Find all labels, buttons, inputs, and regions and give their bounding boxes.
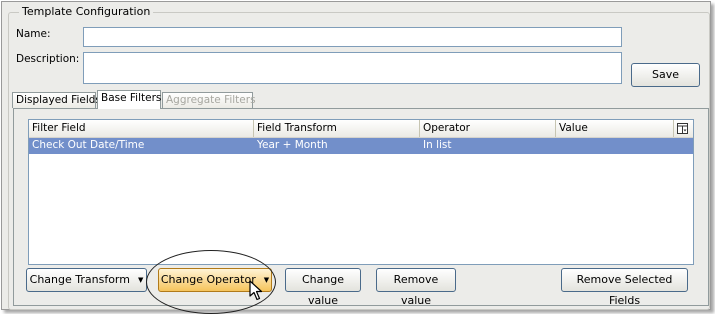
- name-label: Name:: [16, 28, 51, 40]
- column-chooser-icon[interactable]: [674, 120, 693, 137]
- group-title: Template Configuration: [19, 5, 154, 18]
- change-transform-label: Change Transform: [29, 273, 130, 286]
- column-header-field-transform[interactable]: Field Transform: [254, 120, 420, 137]
- template-configuration-panel: Template Configuration Name: Description…: [1, 1, 711, 314]
- column-header-value[interactable]: Value: [556, 120, 674, 137]
- cell-filter-field: Check Out Date/Time: [32, 139, 145, 151]
- name-input[interactable]: [83, 27, 622, 47]
- mouse-pointer-icon: [249, 280, 263, 301]
- remove-selected-fields-button[interactable]: Remove Selected Fields: [561, 268, 688, 307]
- column-header-operator[interactable]: Operator: [420, 120, 556, 137]
- tab-base-filters[interactable]: Base Filters: [97, 90, 161, 109]
- cell-operator: In list: [423, 139, 452, 151]
- change-value-button[interactable]: Change value: [285, 268, 361, 307]
- cell-field-transform: Year + Month: [257, 139, 328, 151]
- description-input[interactable]: [83, 52, 622, 84]
- remove-value-button[interactable]: Remove value: [376, 268, 456, 307]
- grid-header: Filter Field Field Transform Operator Va…: [29, 120, 693, 138]
- change-transform-button[interactable]: Change Transform ▼: [26, 268, 147, 292]
- cell-value: [556, 138, 674, 154]
- tab-displayed-fields[interactable]: Displayed Fields: [12, 92, 101, 108]
- tab-aggregate-filters: Aggregate Filters: [162, 92, 256, 108]
- description-label: Description:: [16, 53, 80, 65]
- dropdown-caret-icon: ▼: [137, 275, 144, 284]
- change-operator-label: Change Operator: [160, 273, 256, 286]
- column-header-filter-field[interactable]: Filter Field: [29, 120, 254, 137]
- filters-grid: Filter Field Field Transform Operator Va…: [28, 119, 694, 265]
- table-row[interactable]: Check Out Date/Time Year + Month In list: [29, 138, 693, 154]
- save-button[interactable]: Save: [631, 63, 700, 87]
